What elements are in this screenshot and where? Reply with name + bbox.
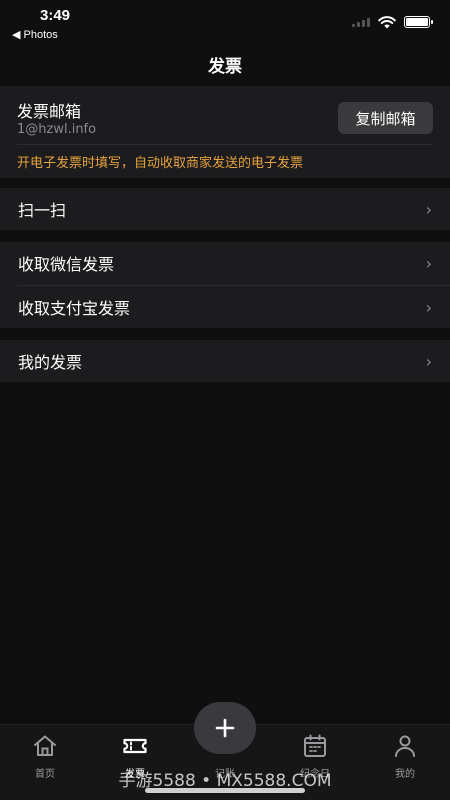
menu-item-scan[interactable]: 扫一扫 › bbox=[0, 188, 450, 230]
receive-invoice-card: 收取微信发票 › 收取支付宝发票 › bbox=[0, 242, 450, 328]
person-icon bbox=[395, 735, 415, 757]
home-icon bbox=[34, 735, 56, 756]
battery-icon bbox=[404, 16, 433, 28]
invoice-email-hint: 开电子发票时填写，自动收取商家发送的电子发票 bbox=[17, 156, 304, 171]
menu-item-alipay-invoice[interactable]: 收取支付宝发票 › bbox=[0, 286, 450, 328]
menu-item-wechat-invoice[interactable]: 收取微信发票 › bbox=[0, 242, 450, 284]
cellular-signal-icon bbox=[352, 17, 370, 27]
divider bbox=[17, 144, 433, 145]
back-to-photos-link[interactable]: ◀ Photos bbox=[12, 28, 58, 41]
invoice-email-label: 发票邮箱 bbox=[17, 102, 82, 121]
ticket-icon bbox=[123, 738, 147, 754]
menu-item-scan-label: 扫一扫 bbox=[18, 201, 67, 220]
calendar-icon bbox=[304, 734, 326, 757]
invoice-email-address: 1@hzwl.info bbox=[17, 122, 97, 137]
chevron-right-icon: › bbox=[425, 253, 432, 273]
copy-email-button[interactable]: 复制邮箱 bbox=[338, 102, 433, 134]
chevron-right-icon: › bbox=[425, 351, 432, 371]
menu-item-my-invoices-label: 我的发票 bbox=[18, 353, 83, 372]
home-indicator[interactable] bbox=[145, 788, 305, 793]
scan-card: 扫一扫 › bbox=[0, 188, 450, 230]
plus-icon bbox=[215, 718, 235, 738]
menu-item-my-invoices[interactable]: 我的发票 › bbox=[0, 340, 450, 382]
invoice-email-card: 发票邮箱 1@hzwl.info 复制邮箱 开电子发票时填写，自动收取商家发送的… bbox=[0, 86, 450, 178]
battery-level bbox=[406, 18, 428, 26]
my-invoices-card: 我的发票 › bbox=[0, 340, 450, 382]
status-time: 3:49 bbox=[40, 7, 71, 24]
status-indicators bbox=[352, 14, 433, 30]
menu-item-alipay-invoice-label: 收取支付宝发票 bbox=[18, 299, 131, 318]
menu-item-wechat-invoice-label: 收取微信发票 bbox=[18, 255, 115, 274]
page-title: 发票 bbox=[208, 57, 242, 77]
status-bar: 3:49 ◀ Photos bbox=[0, 0, 450, 44]
chevron-right-icon: › bbox=[425, 199, 432, 219]
chevron-right-icon: › bbox=[425, 297, 432, 317]
wifi-icon bbox=[378, 15, 396, 28]
add-record-button[interactable] bbox=[194, 702, 256, 754]
